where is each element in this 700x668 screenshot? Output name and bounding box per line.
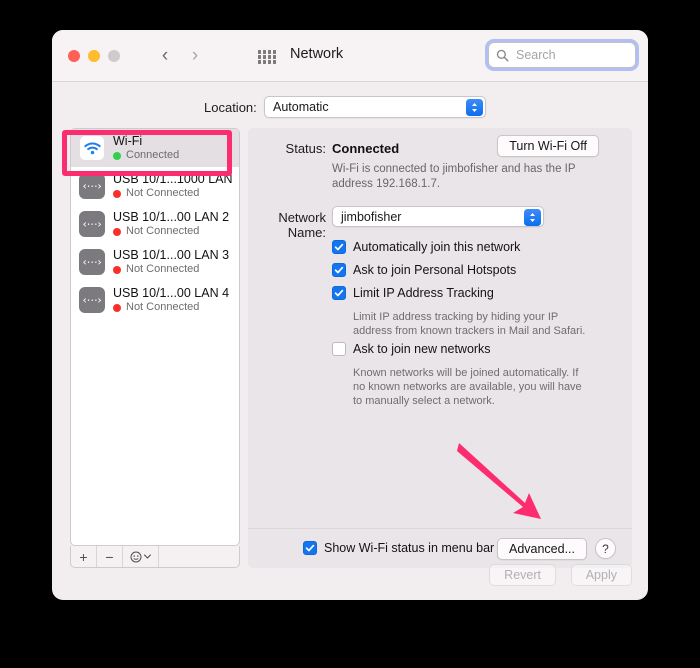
checkbox-show-wifi-status[interactable]: Show Wi-Fi status in menu bar (303, 541, 494, 555)
status-dot-icon (113, 189, 121, 198)
service-actions-button[interactable] (123, 546, 159, 567)
chevron-down-icon (144, 554, 151, 559)
zoom-window-button[interactable] (108, 50, 120, 62)
chevron-left-icon[interactable]: ‹ (156, 46, 174, 66)
checkbox-label: Limit IP Address Tracking (353, 286, 494, 300)
close-window-button[interactable] (68, 50, 80, 62)
help-button[interactable]: ? (595, 538, 616, 559)
status-text: Not Connected (126, 187, 200, 199)
wifi-icon (79, 135, 105, 161)
network-name-value: jimbofisher (341, 209, 402, 224)
chevron-right-icon[interactable]: › (186, 46, 204, 66)
sidebar-item-label: USB 10/1...00 LAN 4 (113, 286, 230, 300)
status-text: Not Connected (126, 301, 200, 313)
minimize-window-button[interactable] (88, 50, 100, 62)
status-dot-icon (113, 151, 121, 160)
checkbox-label: Show Wi-Fi status in menu bar (324, 541, 495, 555)
ethernet-icon: ‹⋯› (79, 211, 105, 237)
ethernet-icon: ‹⋯› (79, 173, 105, 199)
sidebar-item-status: Not Connected (113, 225, 229, 238)
sidebar-item-label: Wi-Fi (113, 134, 143, 148)
sidebar-item-usb-10-1-00-lan-2[interactable]: ‹⋯› USB 10/1...00 LAN 2 Not Connected (71, 205, 239, 243)
checkbox-indicator (303, 541, 317, 555)
sidebar-item-label: USB 10/1...00 LAN 3 (113, 248, 230, 262)
status-dot-icon (113, 227, 121, 236)
apply-button[interactable]: Apply (570, 564, 632, 586)
plus-icon: + (79, 548, 88, 565)
sidebar-item-wi-fi[interactable]: Wi-Fi Connected (71, 129, 239, 167)
checkbox-ask-new-networks[interactable]: Ask to join new networks (332, 342, 491, 356)
sidebar-item-text: USB 10/1...00 LAN 4 Not Connected (113, 286, 229, 314)
remove-service-button[interactable]: − (97, 546, 123, 567)
location-row: Location: Automatic (52, 92, 648, 122)
status-text: Not Connected (126, 263, 200, 275)
sidebar-item-status: Not Connected (113, 301, 229, 314)
revert-button[interactable]: Revert (489, 564, 556, 586)
checkbox-limit-ip-tracking[interactable]: Limit IP Address Tracking (332, 286, 494, 300)
checkbox-indicator (332, 342, 346, 356)
page-title: Network (290, 46, 344, 62)
network-preferences-window: ‹ › Network Location: Automatic (52, 30, 648, 600)
checkbox-indicator (332, 286, 346, 300)
checkbox-indicator (332, 240, 346, 254)
ethernet-icon: ‹⋯› (79, 287, 105, 313)
gear-icon (130, 551, 142, 562)
sidebar-toolbar: + − (70, 546, 240, 568)
status-text: Connected (126, 149, 180, 161)
turn-wifi-off-button[interactable]: Turn Wi-Fi Off (497, 135, 599, 157)
network-name-popup-button[interactable]: jimbofisher (332, 206, 544, 227)
network-services-list[interactable]: Wi-Fi Connected ‹⋯› USB 10/1...1000 LAN Not … (70, 128, 240, 546)
sidebar-item-label: USB 10/1...1000 LAN (113, 172, 233, 186)
checkbox-label: Ask to join new networks (353, 342, 491, 356)
sidebar-item-text: USB 10/1...00 LAN 2 Not Connected (113, 210, 229, 238)
sidebar-item-text: USB 10/1...00 LAN 3 Not Connected (113, 248, 229, 276)
chevron-updown-icon (524, 209, 541, 226)
status-description: Wi-Fi is connected to jimbofisher and ha… (332, 163, 576, 190)
location-popup-button[interactable]: Automatic (264, 96, 486, 118)
checkbox-label: Ask to join Personal Hotspots (353, 263, 517, 277)
sidebar-item-status: Not Connected (113, 263, 229, 276)
minus-icon: − (105, 548, 114, 565)
add-service-button[interactable]: + (71, 546, 97, 567)
checkbox-label: Automatically join this network (353, 240, 521, 254)
sidebar-item-label: USB 10/1...00 LAN 2 (113, 210, 230, 224)
ethernet-icon: ‹⋯› (79, 249, 105, 275)
search-field[interactable] (488, 42, 636, 68)
window-titlebar: ‹ › Network (52, 30, 648, 82)
limit-ip-help-text: Limit IP address tracking by hiding your… (353, 311, 586, 337)
location-value: Automatic (273, 100, 329, 114)
checkbox-personal-hotspots[interactable]: Ask to join Personal Hotspots (332, 263, 516, 277)
sidebar-item-usb-10-1-1000-lan[interactable]: ‹⋯› USB 10/1...1000 LAN Not Connected (71, 167, 239, 205)
advanced-button[interactable]: Advanced... (496, 538, 587, 560)
search-input[interactable] (514, 47, 628, 63)
sidebar-item-text: USB 10/1...1000 LAN Not Connected (113, 172, 233, 200)
checkbox-auto-join[interactable]: Automatically join this network (332, 240, 520, 254)
status-label: Status: (285, 141, 326, 156)
chevron-updown-icon (466, 99, 483, 116)
grid-icon[interactable] (258, 50, 276, 64)
sidebar-item-usb-10-1-00-lan-4[interactable]: ‹⋯› USB 10/1...00 LAN 4 Not Connected (71, 281, 239, 319)
sidebar-item-usb-10-1-00-lan-3[interactable]: ‹⋯› USB 10/1...00 LAN 3 Not Connected (71, 243, 239, 281)
checkbox-indicator (332, 263, 346, 277)
status-text: Not Connected (126, 225, 200, 237)
wifi-settings-panel: Status: Connected Turn Wi-Fi Off Wi-Fi i… (248, 128, 632, 568)
status-dot-icon (113, 265, 121, 274)
sidebar-item-status: Not Connected (113, 187, 233, 200)
sidebar-item-text: Wi-Fi Connected (113, 134, 179, 162)
sidebar-item-status: Connected (113, 149, 179, 162)
status-value: Connected (332, 141, 400, 156)
status-dot-icon (113, 303, 121, 312)
search-icon (496, 49, 509, 61)
location-label: Location: (204, 99, 257, 115)
panel-footer: Show Wi-Fi status in menu bar Advanced..… (248, 528, 632, 568)
new-networks-help-text: Known networks will be joined automatica… (353, 367, 582, 407)
network-name-label: Network Name: (278, 210, 326, 240)
